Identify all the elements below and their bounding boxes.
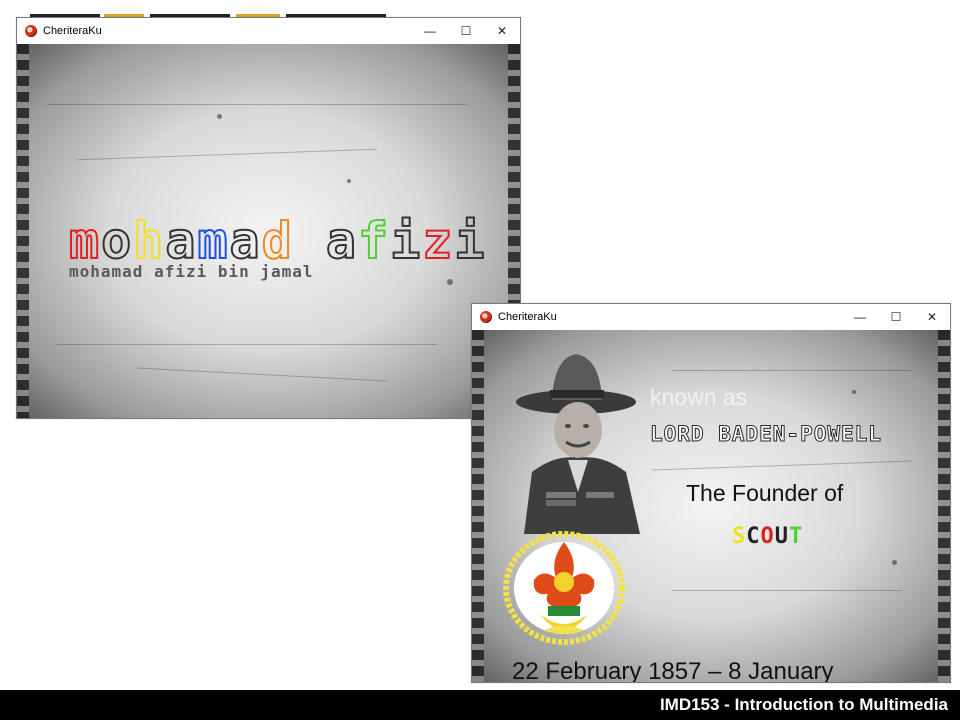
close-button[interactable]: ✕ (914, 304, 950, 330)
speck (217, 114, 222, 119)
film-sprockets-left (472, 330, 484, 682)
minimize-button[interactable]: — (412, 18, 448, 44)
scout-letter: S (732, 524, 747, 549)
scratch (672, 590, 902, 591)
film-canvas: known as LORD BADEN-POWELL The Founder o… (472, 330, 950, 682)
window-title: CheriteraKu (43, 25, 102, 37)
close-button[interactable]: ✕ (484, 18, 520, 44)
speck (347, 179, 351, 183)
title-bar[interactable]: CheriteraKu — ☐ ✕ (17, 18, 520, 44)
window-2: CheriteraKu — ☐ ✕ known as LORD BADEN-PO… (471, 303, 951, 683)
maximize-button[interactable]: ☐ (878, 304, 914, 330)
scout-letter: C (746, 524, 761, 549)
scout-letter: U (774, 524, 789, 549)
speck (447, 279, 453, 285)
app-icon (25, 25, 37, 37)
film-sprockets-left (17, 44, 29, 418)
known-as-text: known as (650, 384, 748, 410)
maximize-button[interactable]: ☐ (448, 18, 484, 44)
window-controls: — ☐ ✕ (842, 304, 950, 330)
scratch (47, 104, 467, 105)
title-bar[interactable]: CheriteraKu — ☐ ✕ (472, 304, 950, 330)
speck (892, 560, 897, 565)
window-controls: — ☐ ✕ (412, 18, 520, 44)
window-1: CheriteraKu — ☐ ✕ mohamad afizi mohamad … (16, 17, 521, 419)
scratch (57, 344, 437, 345)
name-subtitle: mohamad afizi bin jamal (69, 262, 314, 281)
speck (852, 390, 856, 394)
scout-letter: O (760, 524, 775, 549)
heading-letter: a (325, 211, 358, 271)
film-canvas: mohamad afizi mohamad afizi bin jamal (17, 44, 520, 418)
scout-text: SCOUT (732, 524, 803, 549)
app-icon (480, 311, 492, 323)
scout-letter: T (789, 524, 804, 549)
heading-letter: i (453, 211, 487, 271)
portrait-image (516, 354, 640, 534)
lord-baden-powell-text: LORD BADEN-POWELL (650, 422, 882, 447)
heading-letter: z (421, 211, 455, 271)
film-sprockets-right (938, 330, 950, 682)
minimize-button[interactable]: — (842, 304, 878, 330)
scratch (672, 370, 912, 371)
footer-bar: IMD153 - Introduction to Multimedia (0, 690, 960, 720)
founder-text: The Founder of (686, 480, 844, 506)
dates-text: 22 February 1857 – 8 January (512, 658, 834, 682)
heading-letter: f (357, 211, 391, 271)
window-title: CheriteraKu (498, 311, 557, 323)
scout-badge-image (503, 531, 625, 645)
footer-text: IMD153 - Introduction to Multimedia (659, 695, 948, 714)
heading-letter: i (389, 211, 423, 271)
